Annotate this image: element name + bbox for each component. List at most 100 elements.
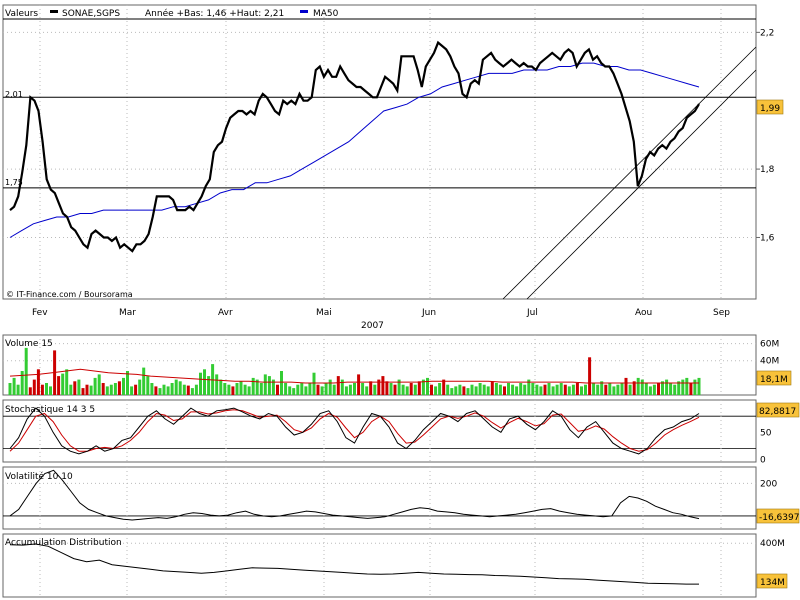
volume-bar [190,388,194,395]
volume-bar [247,386,251,395]
volume-bar [636,377,640,395]
volume-bar [604,384,608,395]
stochastic-y-tick-label: 0 [760,455,766,465]
month-label: Sep [713,308,730,318]
volume-bar [101,383,105,395]
month-label: Fev [32,308,48,318]
volume-bar [511,384,515,395]
volume-bar [588,357,592,395]
volume-bar [503,386,506,395]
volume-bar [515,386,519,395]
volatility-last-label: -16,6397 [759,513,799,523]
volume-bar [563,384,567,395]
price-panel: 2,2 1,8 1,6 Fev Mar Avr Mai Jun Jul Aou Sep Valeu… [2,4,784,331]
volume-bar [426,377,429,395]
price-y-tick-label: 1,8 [760,165,775,175]
volume-bar [482,384,486,395]
volume-bar [288,386,292,395]
volume-bar [203,369,206,395]
volume-bar [365,386,369,395]
volume-bar [575,383,579,395]
level-label-low: 1,75 [5,178,23,187]
volume-bar [280,371,283,395]
volume-bar [251,377,255,395]
volume-bar [596,384,600,395]
volume-bar [166,386,170,395]
volume-bar [612,386,616,395]
volume-y-tick-label: 40M [760,357,779,367]
price-range-subtitle: Année +Bas: 1,46 +Haut: 2,21 [145,8,284,19]
volume-bar [93,377,97,395]
volume-bar [519,383,523,395]
legend-swatch-ma50 [300,10,308,13]
volume-bar [369,381,373,395]
volume-bar [507,383,510,395]
volume-bar [12,377,16,395]
volume-bar [648,386,652,395]
volume-bar [276,384,279,395]
volume-bar [535,384,539,395]
volume-bar [592,383,596,395]
month-label: Avr [218,308,233,318]
stock-chart: 2,2 1,8 1,6 Fev Mar Avr Mai Jun Jul Aou Sep Valeu… [0,0,800,600]
volume-bar [693,379,697,395]
volume-bar [373,384,377,395]
volume-bar [49,386,52,395]
volume-bar [438,383,442,395]
accumulation-y-tick-label: 400M [760,539,785,549]
volume-bar [551,386,555,395]
year-label: 2007 [361,321,384,331]
volume-bar [300,383,304,395]
volume-bar [571,384,575,395]
volume-bar [69,384,73,395]
stochastic-panel: 50 0 Stochastique 14 3 5 82,8817 [2,399,800,465]
volume-bar [446,384,450,395]
volume-bar [494,383,498,395]
volume-bar [393,384,397,395]
volume-bar [194,384,198,395]
volume-bar [219,379,223,395]
volume-bar [199,372,202,395]
volatility-title: Volatilité 10 10 [5,471,73,482]
volume-bar [348,384,352,395]
volume-bar [413,384,417,395]
volume-bar [73,381,77,395]
volume-bar [178,381,182,395]
volume-bar [580,386,583,395]
volume-last-label: 18,1M [760,375,788,385]
price-y-tick-label: 1,6 [760,233,775,243]
volume-bar [353,383,356,395]
volume-bar [263,374,267,395]
volume-bar [669,383,673,395]
volume-bar [235,383,239,395]
volume-bar [490,381,494,395]
volume-bar [430,384,433,395]
volume-bar [644,383,648,395]
volume-bar [308,383,312,395]
volume-bar [665,379,669,395]
volume-bar [113,383,117,395]
volume-bar [316,384,320,395]
volume-bar [61,373,65,395]
volume-bar [454,386,458,395]
accumulation-y-tick-labels: 400M [760,539,785,549]
volume-bar [85,384,89,395]
volume-bar [470,384,474,395]
volume-bar [122,377,125,395]
month-label: Mar [119,308,136,318]
volume-bar [409,383,413,395]
accumulation-panel: 400M Accumulation Distribution 134M [2,533,788,598]
volatility-panel: 200 Volatilité 10 10 -16,6397 [2,466,799,530]
volume-title: Volume 15 [5,339,53,349]
volume-bar [685,377,689,395]
volume-bar [466,388,470,395]
volume-bar [462,386,466,395]
month-label: Jun [421,308,436,318]
legend-label-ma50: MA50 [313,9,339,19]
volume-bar [324,383,328,395]
volume-bar [385,381,389,395]
last-price-label: 1,99 [760,104,780,114]
volume-bar [486,386,490,395]
volume-bar [320,386,324,395]
volume-bar [332,384,336,395]
